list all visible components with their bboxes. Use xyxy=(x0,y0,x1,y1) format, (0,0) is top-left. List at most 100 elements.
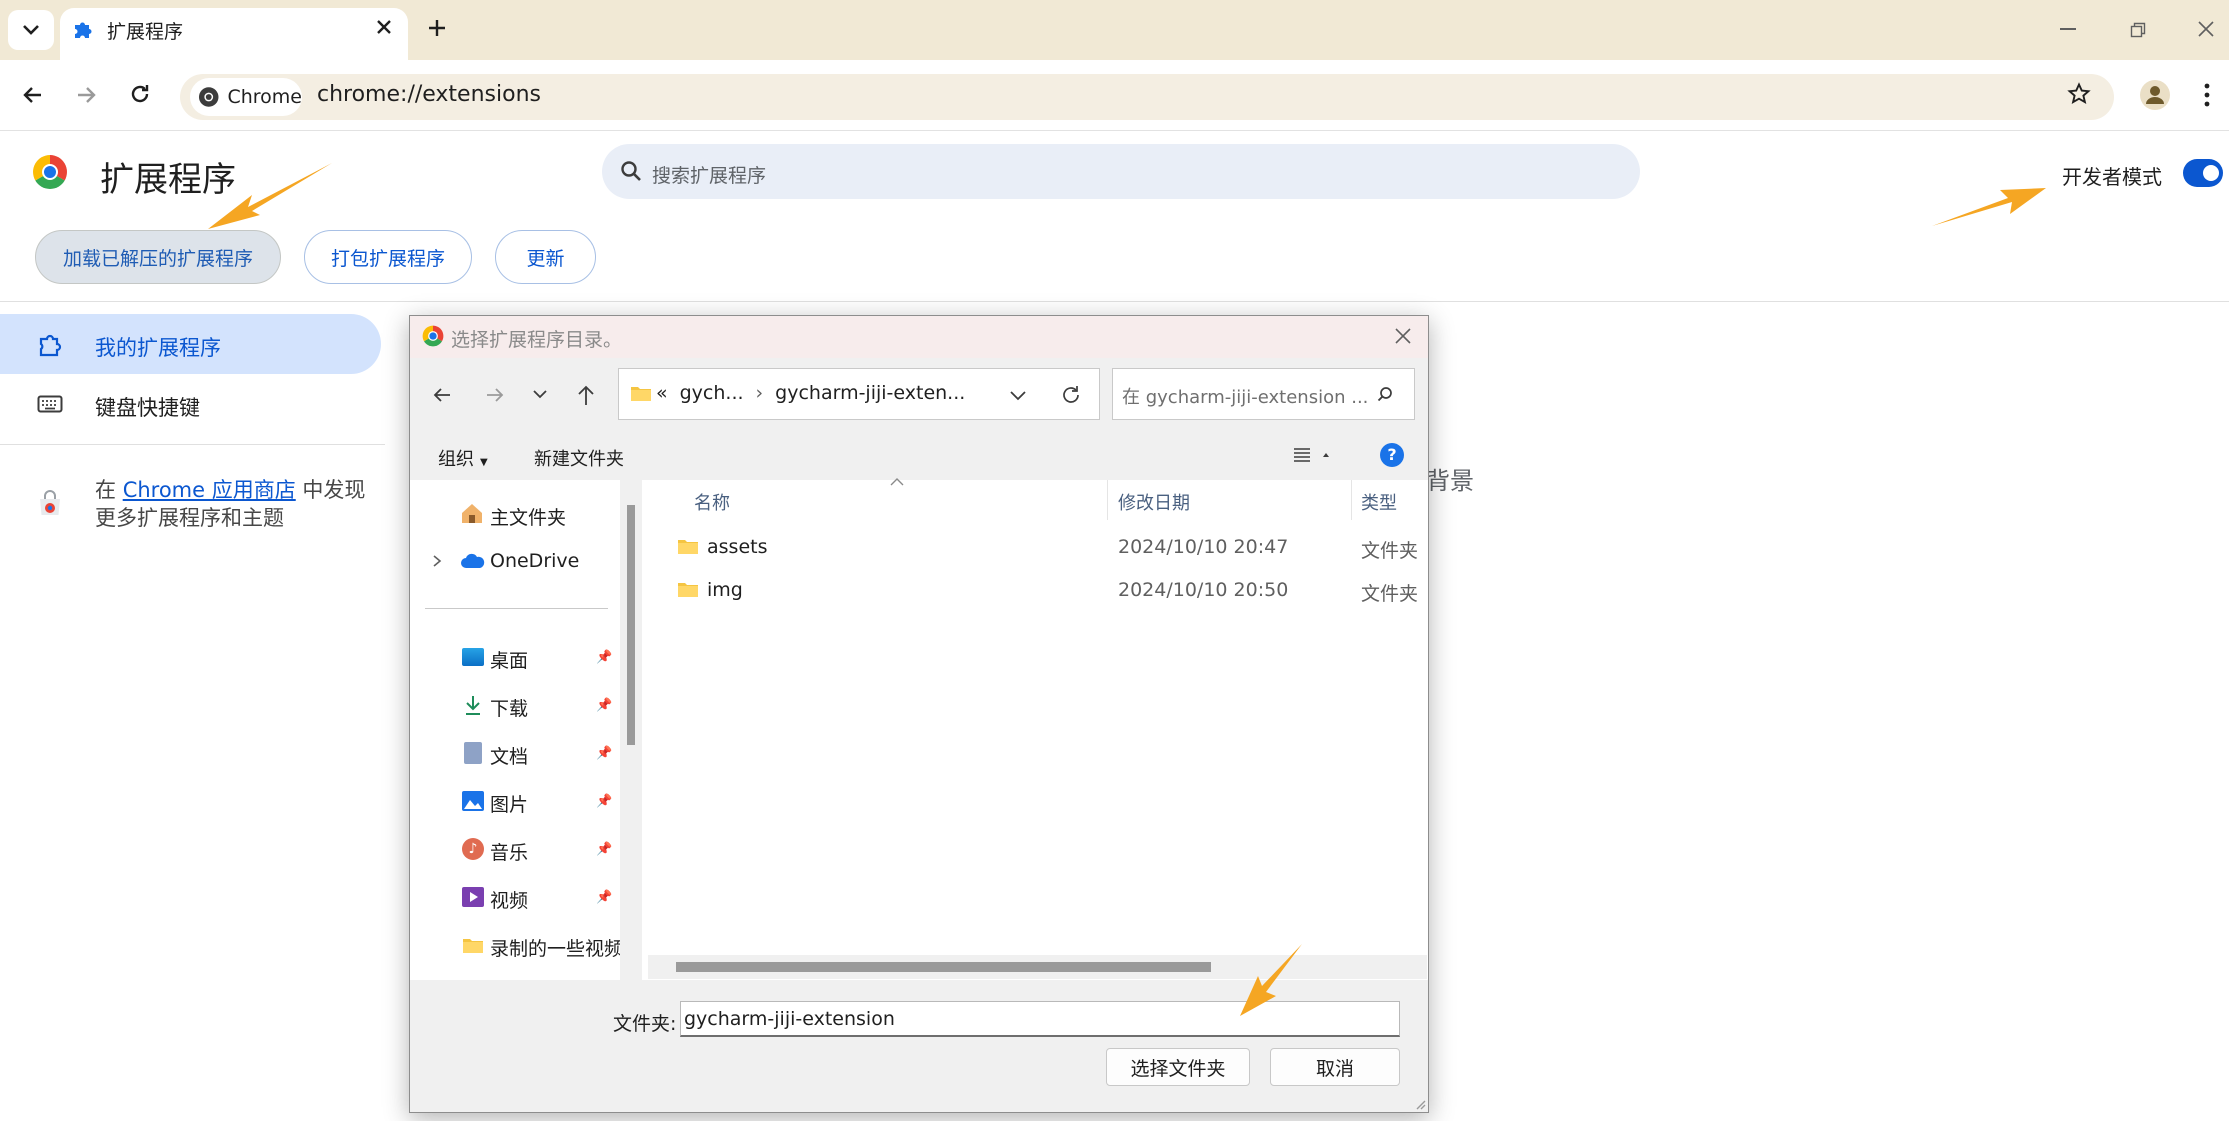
pin-icon: 📌 xyxy=(596,698,613,713)
videos-icon xyxy=(462,887,484,907)
nav-divider xyxy=(425,608,608,609)
header-divider xyxy=(0,301,2229,302)
new-folder-button[interactable]: 新建文件夹 xyxy=(534,445,624,471)
annotation-arrow-icon xyxy=(1932,188,2046,226)
pin-icon: 📌 xyxy=(596,890,613,905)
file-row-name[interactable]: img xyxy=(707,579,743,601)
column-separator[interactable] xyxy=(1107,480,1108,520)
forward-icon[interactable] xyxy=(74,83,98,107)
annotation-arrow-icon xyxy=(1240,944,1302,1016)
column-header-name[interactable]: 名称 xyxy=(694,489,730,515)
nav-videos[interactable]: 视频 xyxy=(490,886,528,913)
reload-icon[interactable] xyxy=(128,82,152,106)
column-separator[interactable] xyxy=(1351,480,1352,520)
select-folder-button[interactable]: 选择文件夹 xyxy=(1106,1048,1250,1086)
sidebar-item-shortcuts[interactable]: 键盘快捷键 xyxy=(95,392,200,422)
horizontal-scrollbar-thumb[interactable] xyxy=(676,962,1211,972)
address-path: « gych... › gycharm-jiji-exten... xyxy=(656,382,965,404)
tab-search-button[interactable] xyxy=(8,10,54,50)
breadcrumb-2[interactable]: gycharm-jiji-exten... xyxy=(775,382,965,404)
sidebar-item-label: 我的扩展程序 xyxy=(95,336,221,360)
home-folder-icon xyxy=(460,502,484,524)
cancel-button[interactable]: 取消 xyxy=(1270,1048,1400,1086)
store-prefix: 在 xyxy=(95,478,123,502)
nav-downloads[interactable]: 下载 xyxy=(490,694,528,721)
window-close-icon[interactable] xyxy=(2197,20,2215,38)
url-text[interactable]: chrome://extensions xyxy=(317,82,541,107)
view-options-icon[interactable] xyxy=(1293,446,1331,464)
load-unpacked-button[interactable]: 加载已解压的扩展程序 xyxy=(35,230,281,284)
dialog-search-icon xyxy=(1377,386,1393,402)
help-icon[interactable]: ? xyxy=(1380,443,1404,467)
address-dropdown-icon[interactable] xyxy=(1009,389,1027,401)
column-header-date[interactable]: 修改日期 xyxy=(1118,489,1190,515)
folder-icon xyxy=(677,537,699,555)
nav-pictures[interactable]: 图片 xyxy=(490,790,528,817)
expand-chevron-icon[interactable] xyxy=(432,554,442,568)
nav-onedrive[interactable]: OneDrive xyxy=(490,550,579,572)
file-row-type: 文件夹 xyxy=(1361,540,1419,562)
organize-label: 组织 xyxy=(438,449,474,470)
annotation-arrow-icon xyxy=(208,163,332,229)
background-text: 背景 xyxy=(1426,467,1474,495)
path-overflow[interactable]: « xyxy=(656,382,668,404)
chrome-chip[interactable]: Chrome xyxy=(190,78,302,116)
dev-mode-label: 开发者模式 xyxy=(2062,165,2162,189)
breadcrumb-1[interactable]: gych... xyxy=(680,382,744,404)
profile-avatar[interactable] xyxy=(2140,80,2170,110)
chevron-down-icon xyxy=(23,25,39,35)
caret-icon: ▼ xyxy=(480,457,488,468)
column-header-type[interactable]: 类型 xyxy=(1361,489,1397,515)
pin-icon: 📌 xyxy=(596,746,613,761)
folder-label: 文件夹: xyxy=(613,1013,677,1035)
chrome-logo-icon xyxy=(198,87,219,107)
pack-extension-button[interactable]: 打包扩展程序 xyxy=(304,230,472,284)
file-row-date: 2024/10/10 20:47 xyxy=(1118,536,1289,558)
dialog-back-icon[interactable] xyxy=(432,385,452,405)
search-placeholder: 搜索扩展程序 xyxy=(652,165,767,187)
breadcrumb-separator: › xyxy=(755,382,764,404)
nav-home[interactable]: 主文件夹 xyxy=(490,503,566,530)
resize-grip-icon[interactable] xyxy=(1414,1098,1426,1110)
documents-icon xyxy=(464,742,482,764)
nav-documents[interactable]: 文档 xyxy=(490,742,528,769)
pin-icon: 📌 xyxy=(596,842,613,857)
onedrive-icon xyxy=(460,552,486,570)
new-tab-icon[interactable] xyxy=(426,17,448,39)
nav-desktop[interactable]: 桌面 xyxy=(490,646,528,673)
nav-scrollbar-thumb[interactable] xyxy=(627,505,635,745)
dialog-forward-icon[interactable] xyxy=(485,385,505,405)
toolbar-divider xyxy=(0,130,2229,131)
bookmark-star-icon[interactable] xyxy=(2067,82,2091,106)
dialog-close-icon[interactable] xyxy=(1394,327,1412,345)
back-icon[interactable] xyxy=(21,83,45,107)
person-icon xyxy=(2146,86,2164,104)
file-row-date: 2024/10/10 20:50 xyxy=(1118,579,1289,601)
close-tab-icon[interactable] xyxy=(374,17,394,37)
file-row-type: 文件夹 xyxy=(1361,583,1419,605)
toggle-knob xyxy=(2203,165,2219,181)
recent-locations-chevron-icon[interactable] xyxy=(532,388,548,400)
tab-title: 扩展程序 xyxy=(107,21,184,43)
music-icon: ♪ xyxy=(462,838,484,860)
keyboard-icon xyxy=(37,394,63,414)
menu-kebab-icon[interactable] xyxy=(2203,82,2211,108)
download-icon xyxy=(464,694,482,716)
refresh-icon[interactable] xyxy=(1060,384,1082,406)
search-icon xyxy=(620,160,642,182)
web-store-link[interactable]: Chrome 应用商店 xyxy=(123,478,296,502)
file-row-name[interactable]: assets xyxy=(707,536,767,558)
minimize-icon[interactable] xyxy=(2060,28,2076,30)
organize-menu[interactable]: 组织 ▼ xyxy=(438,445,488,471)
chip-label: Chrome xyxy=(227,86,302,108)
chrome-logo-icon xyxy=(422,325,444,347)
up-folder-icon[interactable] xyxy=(576,384,596,406)
extension-icon xyxy=(37,332,63,358)
nav-music[interactable]: 音乐 xyxy=(490,838,528,865)
sidebar-divider xyxy=(0,444,385,445)
restore-icon[interactable] xyxy=(2130,22,2146,38)
puzzle-icon xyxy=(72,19,94,41)
update-button[interactable]: 更新 xyxy=(495,230,596,284)
nav-recorded[interactable]: 录制的一些视频 xyxy=(490,934,620,961)
pictures-icon xyxy=(462,791,484,811)
